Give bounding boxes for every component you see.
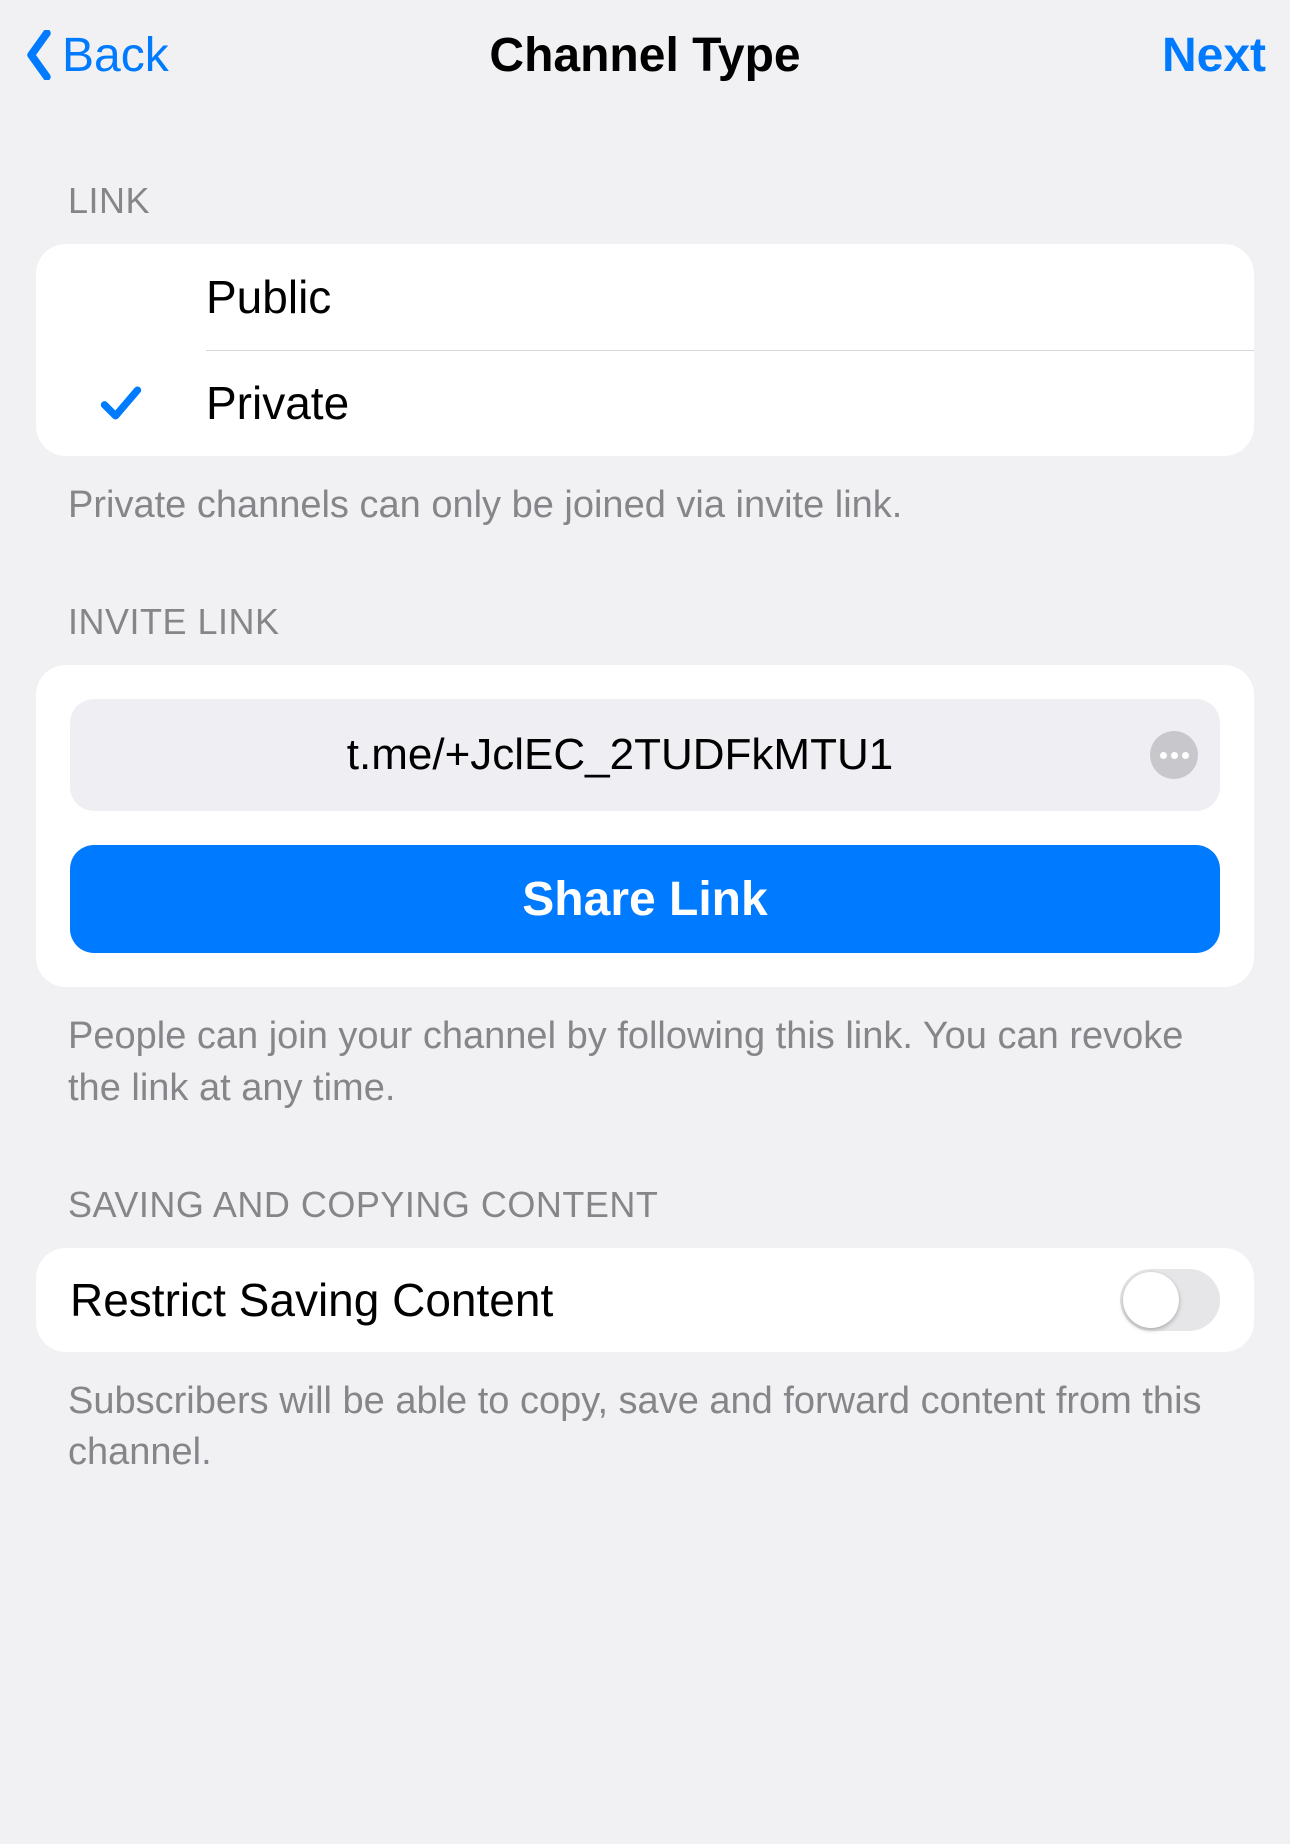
section-header-saving: SAVING AND COPYING CONTENT	[0, 1184, 1290, 1248]
option-private-label: Private	[206, 376, 349, 430]
navbar: Back Channel Type Next	[0, 0, 1290, 110]
option-public[interactable]: Public	[36, 244, 1254, 350]
invite-link-group: t.me/+JclEC_2TUDFkMTU1 Share Link	[36, 665, 1254, 987]
ellipsis-icon	[1160, 752, 1189, 759]
back-label: Back	[62, 28, 169, 83]
option-public-label: Public	[206, 270, 331, 324]
toggle-knob	[1123, 1272, 1179, 1328]
section-header-link: LINK	[0, 180, 1290, 244]
invite-link-field[interactable]: t.me/+JclEC_2TUDFkMTU1	[70, 699, 1220, 811]
option-private[interactable]: Private	[36, 350, 1254, 456]
section-footer-invite: People can join your channel by followin…	[0, 987, 1290, 1114]
restrict-saving-row[interactable]: Restrict Saving Content	[70, 1248, 1220, 1352]
checkmark-icon	[99, 381, 143, 425]
link-type-group: Public Private	[36, 244, 1254, 456]
page-title: Channel Type	[0, 28, 1290, 83]
section-footer-link: Private channels can only be joined via …	[0, 456, 1290, 531]
section-footer-saving: Subscribers will be able to copy, save a…	[0, 1352, 1290, 1479]
invite-link-text: t.me/+JclEC_2TUDFkMTU1	[100, 730, 1150, 780]
restrict-saving-toggle[interactable]	[1120, 1269, 1220, 1331]
share-link-button[interactable]: Share Link	[70, 845, 1220, 953]
chevron-left-icon	[24, 30, 54, 80]
section-header-invite: INVITE LINK	[0, 601, 1290, 665]
back-button[interactable]: Back	[24, 28, 169, 83]
next-button[interactable]: Next	[1162, 28, 1266, 83]
saving-group: Restrict Saving Content	[36, 1248, 1254, 1352]
checkmark-private	[36, 381, 206, 425]
restrict-saving-label: Restrict Saving Content	[70, 1273, 553, 1327]
invite-link-more-button[interactable]	[1150, 731, 1198, 779]
